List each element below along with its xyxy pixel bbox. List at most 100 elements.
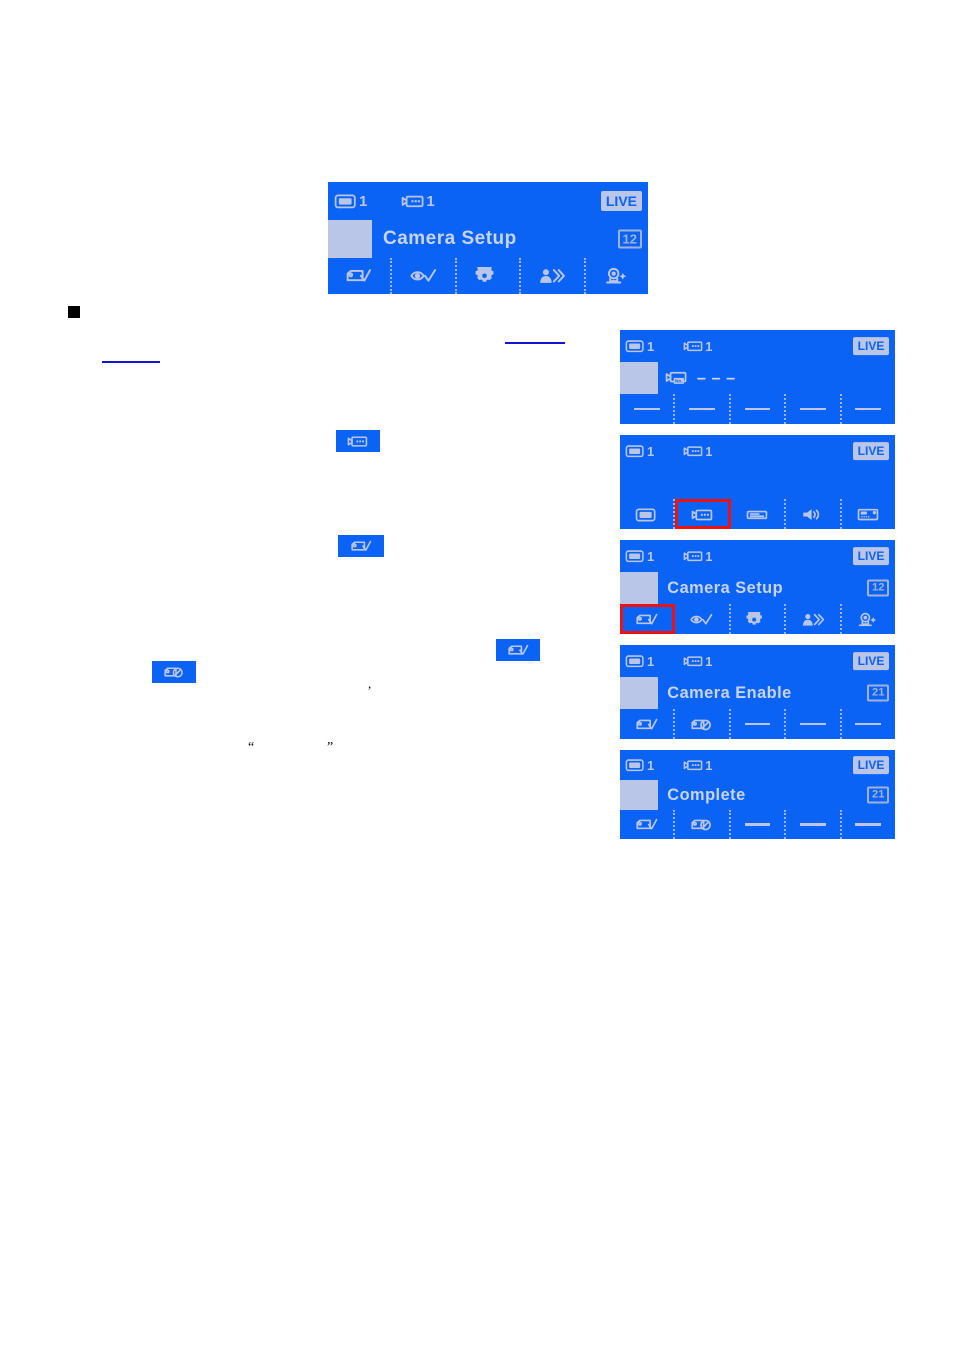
camera-number: 1 (705, 548, 713, 564)
osd-title-text: Camera Setup (667, 578, 784, 597)
osd-title-badge: 21 (867, 786, 889, 804)
camera-check-icon (345, 267, 373, 285)
eye-check-icon (690, 612, 714, 627)
menu-slot-1[interactable] (620, 709, 676, 739)
osd-title-badge: 12 (867, 579, 889, 597)
menu-slot-3[interactable] (731, 810, 787, 839)
menu-slot-5[interactable] (842, 604, 895, 634)
camera-indicator: 1 (683, 339, 712, 354)
quote-close: ” (327, 740, 334, 755)
osd-title-text: Camera Enable (667, 683, 792, 702)
monitor-icon (625, 444, 646, 458)
monitor-icon (625, 549, 646, 563)
menu-slot-1[interactable] (620, 810, 676, 839)
menu-slot-1[interactable] (620, 604, 676, 634)
menu-slot-5[interactable] (842, 499, 895, 529)
empty-slot-dash (800, 407, 826, 411)
camera-icon (683, 339, 704, 353)
osd-status-bar: 1 1 LIVE (328, 182, 648, 220)
menu-slot-3[interactable] (457, 258, 522, 294)
empty-slot-dash (855, 722, 882, 726)
live-badge: LIVE (600, 191, 642, 211)
osd-title-badge: 12 (617, 229, 642, 249)
monitor-indicator: 1 (625, 339, 654, 354)
empty-slot-dash (633, 407, 660, 411)
menu-slot-4[interactable] (786, 604, 842, 634)
menu-slot-2[interactable] (675, 394, 731, 424)
live-badge: LIVE (853, 652, 889, 670)
camera-number: 1 (426, 192, 435, 210)
empty-slot-dash (855, 823, 882, 826)
comma-mark: , (368, 676, 372, 691)
menu-slot-1[interactable] (620, 394, 676, 424)
camera-icon (401, 193, 425, 209)
camera-check-icon (635, 717, 659, 732)
menu-slot-5[interactable] (842, 394, 895, 424)
menu-slot-2[interactable] (675, 604, 731, 634)
osd-status-bar: 1 1 LIVE (620, 540, 895, 572)
empty-slot-dash (800, 823, 826, 826)
ptz-camera-icon (604, 267, 630, 285)
document-page: 1 1 LIVE Camera Setup 12 1 1 LIVE No. – – – 1 1 LI… (0, 0, 954, 1350)
camera-check-icon (635, 612, 659, 627)
main-osd-panel: 1 1 LIVE Camera Setup 12 (328, 182, 648, 294)
monitor-icon (625, 758, 646, 772)
camera-indicator: 1 (683, 758, 712, 773)
live-badge: LIVE (853, 337, 889, 355)
camera-number: 1 (705, 338, 713, 354)
recorder-icon (746, 507, 769, 522)
empty-slot-dash (800, 722, 826, 726)
menu-slot-2[interactable] (675, 499, 731, 529)
osd-menu-bar (328, 258, 648, 294)
menu-slot-4[interactable] (786, 499, 842, 529)
person-motion-icon (801, 612, 825, 627)
menu-slot-3[interactable] (731, 394, 787, 424)
camera-no-icon: No. (665, 370, 692, 386)
menu-slot-1[interactable] (328, 258, 393, 294)
live-badge: LIVE (853, 756, 889, 774)
camera-disable-icon (163, 665, 186, 679)
monitor-indicator: 1 (625, 444, 654, 459)
menu-slot-4[interactable] (786, 810, 842, 839)
osd-title-text: Camera Setup (383, 228, 517, 249)
menu-slot-5[interactable] (842, 709, 895, 739)
step-panel-camera-number: 1 1 LIVE No. – – – (620, 330, 895, 424)
underline-mark (102, 361, 160, 363)
menu-slot-3[interactable] (731, 499, 787, 529)
svg-text:No.: No. (675, 379, 683, 385)
menu-slot-1[interactable] (620, 499, 676, 529)
camera-indicator: 1 (683, 549, 712, 564)
menu-slot-4[interactable] (786, 709, 842, 739)
speaker-icon (801, 507, 824, 522)
camera-icon (683, 549, 704, 563)
menu-slot-2[interactable] (675, 709, 731, 739)
monitor-number: 1 (647, 443, 655, 459)
ptz-camera-icon (857, 612, 880, 627)
camera-icon (683, 654, 704, 668)
osd-title-bar: Camera Setup 12 (620, 572, 895, 604)
title-camera-icon (620, 572, 658, 604)
empty-slot-dash (855, 407, 882, 411)
menu-slot-5[interactable] (586, 258, 648, 294)
osd-menu-bar (620, 394, 895, 424)
osd-title-bar: Camera Setup 12 (328, 220, 648, 258)
menu-slot-5[interactable] (842, 810, 895, 839)
osd-title-bar: Complete 21 (620, 780, 895, 810)
camera-check-icon (635, 817, 659, 832)
menu-slot-3[interactable] (731, 709, 787, 739)
monitor-number: 1 (647, 757, 655, 773)
monitor-icon (635, 507, 658, 522)
monitor-number: 1 (647, 653, 655, 669)
osd-title-text: Complete (667, 785, 746, 804)
menu-slot-2[interactable] (392, 258, 457, 294)
osd-status-bar: 1 1 LIVE (620, 435, 895, 467)
menu-slot-4[interactable] (786, 394, 842, 424)
bullet-marker (68, 306, 80, 318)
title-camera-icon (620, 362, 658, 394)
camera-number: 1 (705, 653, 713, 669)
menu-slot-2[interactable] (675, 810, 731, 839)
menu-slot-4[interactable] (521, 258, 586, 294)
monitor-indicator: 1 (334, 193, 367, 210)
menu-slot-3[interactable] (731, 604, 787, 634)
step-panel-camera-setup: 1 1 LIVE Camera Setup 12 (620, 540, 895, 634)
